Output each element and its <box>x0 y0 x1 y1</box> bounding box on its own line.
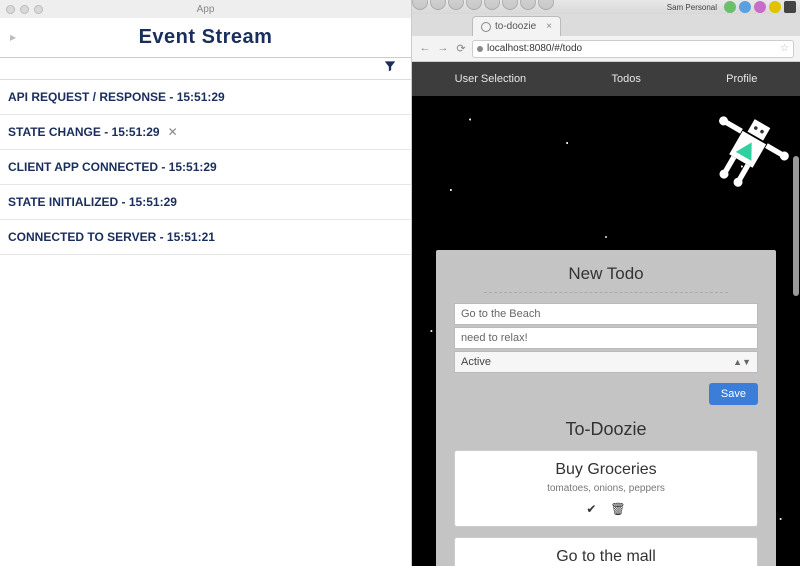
extension-icon[interactable] <box>754 1 766 13</box>
url-text: localhost:8080/#/todo <box>487 43 582 54</box>
forward-icon[interactable]: → <box>436 42 450 56</box>
page-viewport: User Selection Todos Profile <box>412 62 800 566</box>
nav-todos[interactable]: Todos <box>611 73 640 85</box>
new-todo-card: New Todo Go to the Beach need to relax! … <box>436 250 776 566</box>
browser-tab[interactable]: to-doozie × <box>472 16 561 36</box>
nav-user-selection[interactable]: User Selection <box>455 73 527 85</box>
reload-icon[interactable]: ⟳ <box>454 42 468 56</box>
browser-profile-toolbar: Sam Personal <box>667 0 796 14</box>
filter-row <box>0 58 411 80</box>
event-label: CLIENT APP CONNECTED - 15:51:29 <box>8 160 217 174</box>
event-row[interactable]: STATE CHANGE - 15:51:29 ✕ <box>0 115 411 150</box>
extension-icon[interactable] <box>769 1 781 13</box>
todo-title: Buy Groceries <box>465 461 747 479</box>
close-icon[interactable]: × <box>546 21 552 32</box>
input-value: Go to the Beach <box>461 308 541 320</box>
event-row[interactable]: STATE INITIALIZED - 15:51:29 <box>0 185 411 220</box>
close-icon[interactable]: ✕ <box>168 125 178 139</box>
trash-icon[interactable]: 🗑 <box>610 502 625 516</box>
event-row[interactable]: API REQUEST / RESPONSE - 15:51:29 <box>0 80 411 115</box>
event-stream-header: ▸ Event Stream <box>0 18 411 58</box>
extension-icon[interactable] <box>724 1 736 13</box>
save-button[interactable]: Save <box>709 383 758 405</box>
bookmark-icon[interactable]: ☆ <box>780 43 789 54</box>
extension-icon[interactable] <box>739 1 751 13</box>
todo-title-input[interactable]: Go to the Beach <box>454 303 758 325</box>
site-info-icon[interactable] <box>477 46 483 52</box>
back-icon[interactable]: ← <box>418 42 432 56</box>
event-label: STATE INITIALIZED - 15:51:29 <box>8 195 177 209</box>
app-navbar: User Selection Todos Profile <box>412 62 800 96</box>
event-stream-window: App ▸ Event Stream API REQUEST / RESPONS… <box>0 0 412 566</box>
browser-profile-name[interactable]: Sam Personal <box>667 3 717 12</box>
chevron-right-icon[interactable]: ▸ <box>10 30 16 44</box>
todo-desc: tomatoes, onions, peppers <box>465 483 747 494</box>
event-row[interactable]: CONNECTED TO SERVER - 15:51:21 <box>0 220 411 255</box>
event-label: STATE CHANGE - 15:51:29 <box>8 125 160 139</box>
check-icon[interactable]: ✔ <box>586 502 596 516</box>
todo-title: Go to the mall <box>465 548 747 566</box>
event-row[interactable]: CLIENT APP CONNECTED - 15:51:29 <box>0 150 411 185</box>
nav-profile[interactable]: Profile <box>726 73 757 85</box>
divider <box>484 292 728 293</box>
browser-tabstrip: to-doozie × <box>412 14 800 36</box>
browser-url-bar: ← → ⟳ localhost:8080/#/todo ☆ <box>412 36 800 62</box>
event-label: API REQUEST / RESPONSE - 15:51:29 <box>8 90 225 104</box>
tab-title: to-doozie <box>495 21 536 32</box>
todo-desc-input[interactable]: need to relax! <box>454 327 758 349</box>
todo-item: Buy Groceries tomatoes, onions, peppers … <box>454 450 758 527</box>
scrollbar-thumb[interactable] <box>793 156 799 296</box>
scrollbar[interactable] <box>793 96 799 566</box>
window-titlebar: App <box>0 0 411 18</box>
browser-window: Sam Personal to-doozie × ← → ⟳ localhost… <box>412 0 800 566</box>
todo-item: Go to the mall <box>454 537 758 566</box>
browser-chrome-top: Sam Personal <box>412 0 800 14</box>
input-value: need to relax! <box>461 332 528 344</box>
robot-icon <box>704 102 794 192</box>
toolbar-overflow-dots <box>412 0 554 10</box>
favicon-icon <box>481 22 491 32</box>
menu-icon[interactable] <box>784 1 796 13</box>
event-label: CONNECTED TO SERVER - 15:51:21 <box>8 230 215 244</box>
form-heading: New Todo <box>454 264 758 284</box>
select-value: Active <box>461 356 491 368</box>
window-title: App <box>0 4 411 15</box>
todo-status-select[interactable]: Active ▲▼ <box>454 351 758 373</box>
list-heading: To-Doozie <box>454 419 758 440</box>
chevron-updown-icon: ▲▼ <box>733 357 751 367</box>
page-title: Event Stream <box>139 26 273 49</box>
filter-icon[interactable] <box>383 59 397 78</box>
url-input[interactable]: localhost:8080/#/todo ☆ <box>472 40 794 58</box>
page-body: New Todo Go to the Beach need to relax! … <box>412 96 800 566</box>
